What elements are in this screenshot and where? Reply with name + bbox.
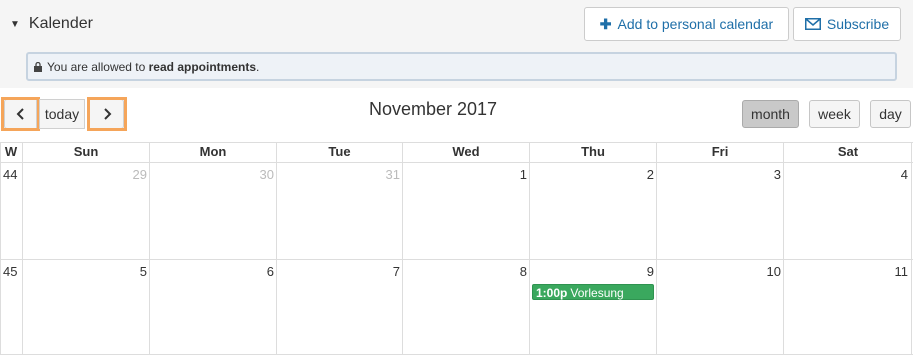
event-title: Vorlesung bbox=[570, 286, 624, 300]
today-button[interactable]: today bbox=[39, 99, 85, 129]
day-cell-number[interactable]: 8 bbox=[497, 264, 527, 279]
calendar-event[interactable]: 1:00p Vorlesung bbox=[532, 284, 654, 300]
day-cell-number[interactable]: 31 bbox=[370, 167, 400, 182]
grid-line bbox=[276, 142, 277, 355]
header-week: W bbox=[4, 144, 18, 159]
info-suffix: . bbox=[256, 59, 260, 74]
grid-line bbox=[0, 259, 913, 260]
subscribe-button[interactable]: Subscribe bbox=[793, 7, 901, 41]
week-number: 44 bbox=[3, 167, 18, 182]
day-cell-number[interactable]: 2 bbox=[624, 167, 654, 182]
grid-line bbox=[783, 142, 784, 355]
grid-line bbox=[0, 162, 913, 163]
grid-line bbox=[149, 142, 150, 355]
info-bold: read appointments bbox=[148, 59, 256, 74]
lock-icon bbox=[34, 62, 42, 72]
grid-line bbox=[0, 142, 913, 143]
grid-line bbox=[22, 142, 23, 355]
add-to-personal-calendar-button[interactable]: ✚ Add to personal calendar bbox=[584, 7, 789, 41]
prev-highlight bbox=[1, 97, 40, 131]
day-cell-number[interactable]: 29 bbox=[117, 167, 147, 182]
header-thu: Thu bbox=[581, 144, 605, 159]
add-to-personal-calendar-label: Add to personal calendar bbox=[617, 16, 774, 32]
header-wed: Wed bbox=[452, 144, 480, 159]
month-view-button[interactable]: month bbox=[742, 100, 799, 128]
permission-info-box: You are allowed to read appointments. bbox=[26, 52, 897, 81]
day-cell-number[interactable]: 9 bbox=[624, 264, 654, 279]
header-sun: Sun bbox=[73, 144, 99, 159]
caret-down-icon: ▼ bbox=[10, 18, 20, 30]
day-view-label: day bbox=[879, 106, 902, 122]
header-tue: Tue bbox=[328, 144, 351, 159]
day-cell-number[interactable]: 11 bbox=[878, 264, 909, 279]
grid-line bbox=[529, 142, 530, 355]
today-label: today bbox=[44, 106, 80, 122]
day-cell-number[interactable]: 5 bbox=[117, 264, 147, 279]
day-cell-number[interactable]: 30 bbox=[244, 167, 274, 182]
month-view-label: month bbox=[751, 106, 790, 122]
panel-title-toggle[interactable]: ▼ Kalender bbox=[10, 12, 93, 36]
grid-line bbox=[656, 142, 657, 355]
header-mon: Mon bbox=[199, 144, 227, 159]
event-time: 1:00p bbox=[536, 286, 568, 300]
grid-line bbox=[911, 142, 912, 355]
week-view-button[interactable]: week bbox=[809, 100, 860, 128]
grid-line bbox=[402, 142, 403, 355]
info-prefix: You are allowed to bbox=[47, 59, 149, 74]
plus-icon: ✚ bbox=[599, 15, 612, 32]
header-sat: Sat bbox=[837, 144, 859, 159]
day-cell-number[interactable]: 10 bbox=[751, 264, 781, 279]
day-cell-number[interactable]: 3 bbox=[751, 167, 781, 182]
envelope-icon bbox=[804, 18, 821, 30]
day-cell-number[interactable]: 1 bbox=[497, 167, 527, 182]
grid-line bbox=[0, 354, 913, 355]
day-cell-number[interactable]: 7 bbox=[370, 264, 400, 279]
next-highlight bbox=[87, 97, 127, 131]
grid-line bbox=[0, 142, 1, 355]
subscribe-label: Subscribe bbox=[826, 16, 890, 32]
panel-title: Kalender bbox=[28, 15, 93, 32]
day-view-button[interactable]: day bbox=[870, 100, 911, 128]
week-view-label: week bbox=[818, 106, 851, 122]
calendar-month-title: November 2017 bbox=[368, 99, 498, 119]
day-cell-number[interactable]: 6 bbox=[244, 264, 274, 279]
calendar-header-row: W Sun Mon Tue Wed Thu Fri Sat bbox=[0, 142, 913, 162]
calendar-panel-header: ▼ Kalender ✚ Add to personal calendar Su… bbox=[0, 0, 913, 88]
header-fri: Fri bbox=[711, 144, 729, 159]
day-cell-number[interactable]: 4 bbox=[878, 167, 908, 182]
week-number: 45 bbox=[3, 264, 18, 279]
